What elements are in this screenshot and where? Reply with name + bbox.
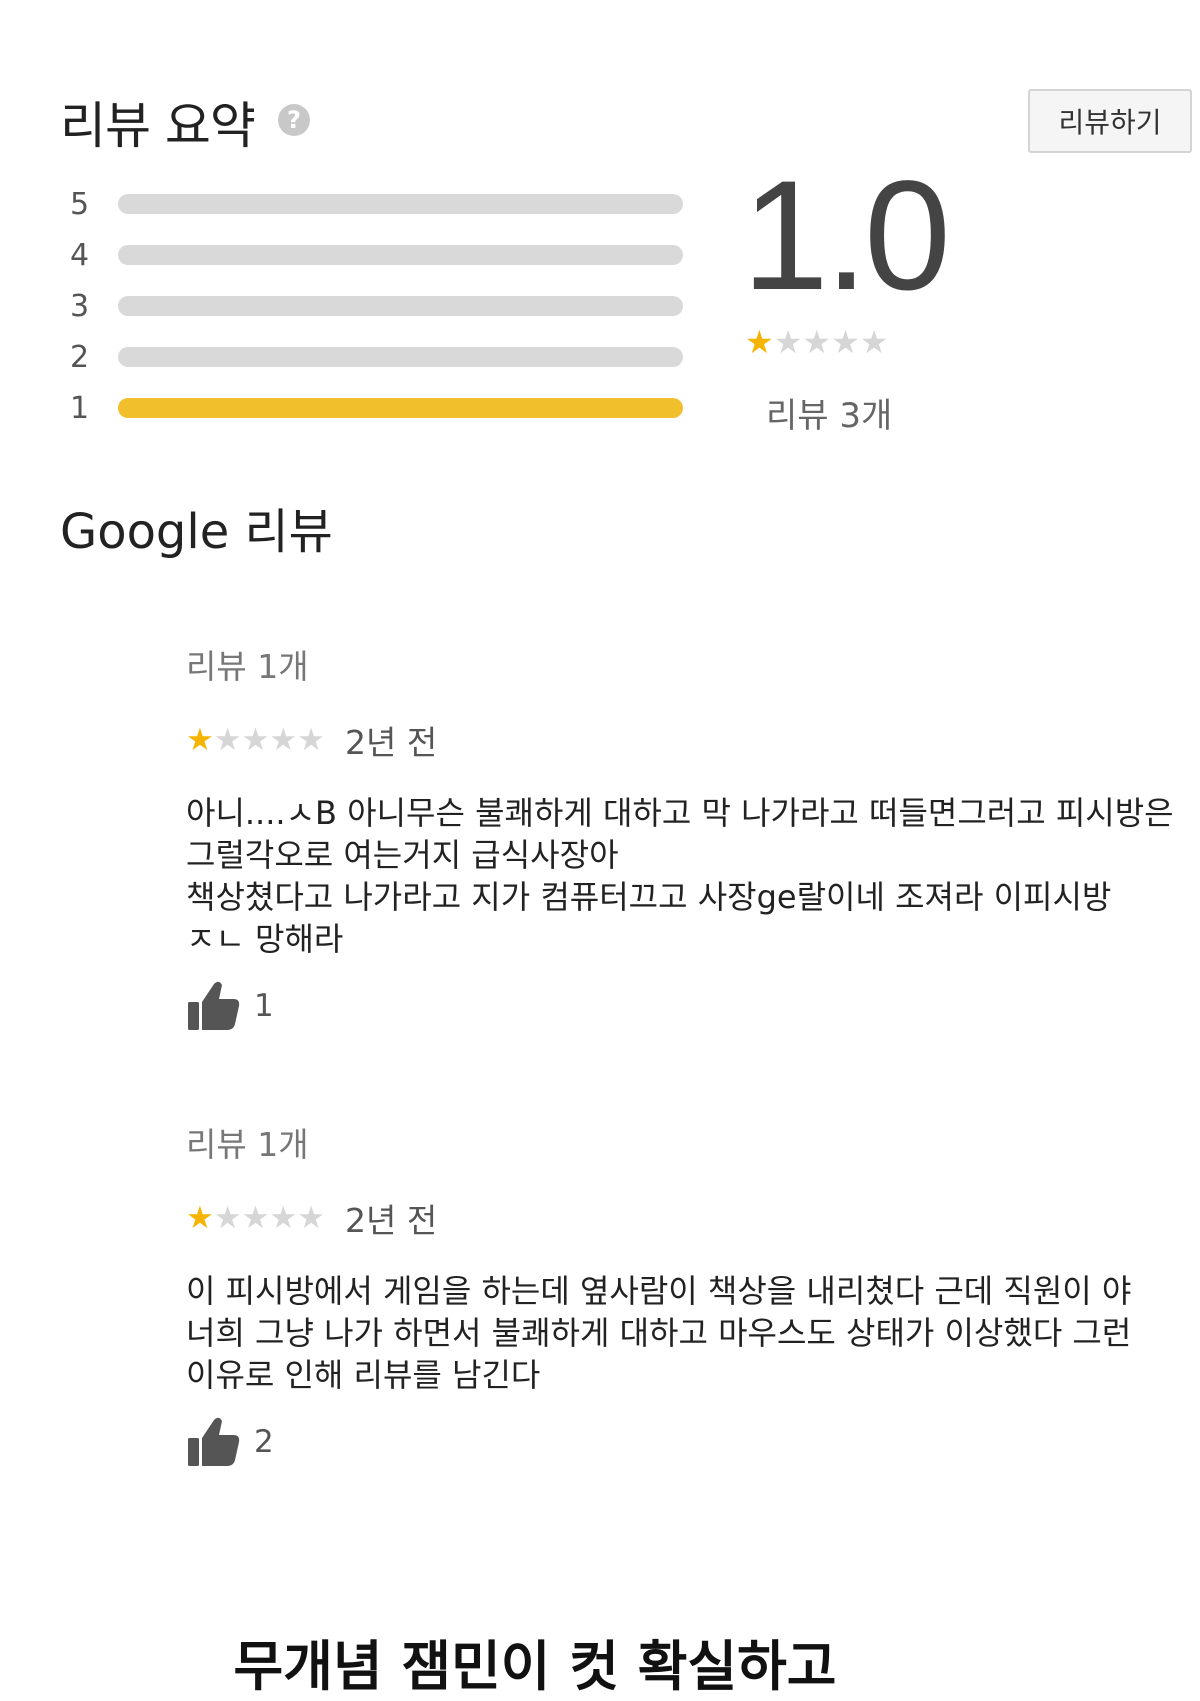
review-text: 아니....ㅅB 아니무슨 불쾌하게 대하고 막 나가라고 떠들면그러고 피시방…: [186, 794, 1174, 958]
star-empty-icon: ★: [213, 721, 242, 758]
histogram-bar-fill: [118, 398, 683, 418]
review-card: 리뷰 1개 ★ ★ ★ ★ ★ 2년 전 이 피시방에서 게임을 하는데 옆사람이 책상…: [186, 1118, 1176, 1468]
histogram-bar: [118, 296, 683, 316]
review-rating-stars: ★ ★ ★ ★ ★: [186, 721, 325, 758]
star-empty-icon: ★: [269, 721, 298, 758]
star-empty-icon: ★: [773, 323, 803, 361]
average-rating: 1.0: [742, 149, 951, 323]
reviewer-review-count[interactable]: 리뷰 1개: [186, 640, 1176, 688]
like-row: 1: [186, 980, 1176, 1032]
histogram-label: 3: [70, 288, 90, 324]
histogram-bar: [118, 194, 683, 214]
review-meta: ★ ★ ★ ★ ★ 2년 전: [186, 1194, 1176, 1242]
like-count: 2: [254, 1424, 274, 1460]
review-card: 리뷰 1개 ★ ★ ★ ★ ★ 2년 전 아니....ㅅB 아니무슨 불쾌하게 대하고 …: [186, 640, 1176, 1032]
histogram-row-2: 2: [70, 337, 690, 377]
star-empty-icon: ★: [297, 721, 325, 758]
star-empty-icon: ★: [241, 721, 270, 758]
star-empty-icon: ★: [297, 1199, 325, 1236]
histogram-label: 5: [70, 186, 90, 222]
star-empty-icon: ★: [831, 323, 860, 361]
histogram-label: 4: [70, 237, 90, 273]
star-empty-icon: ★: [213, 1199, 242, 1236]
histogram-bar: [118, 347, 683, 367]
histogram-label: 2: [70, 339, 90, 375]
review-total-count: 리뷰 3개: [766, 396, 893, 436]
average-rating-stars: ★ ★ ★ ★ ★: [745, 326, 888, 358]
histogram-row-3: 3: [70, 286, 690, 326]
review-meta: ★ ★ ★ ★ ★ 2년 전: [186, 716, 1176, 764]
google-reviews-title: Google 리뷰: [60, 504, 333, 560]
question-circle-icon[interactable]: ?: [278, 104, 310, 136]
star-empty-icon: ★: [269, 1199, 298, 1236]
review-date: 2년 전: [344, 1201, 438, 1240]
write-review-button[interactable]: 리뷰하기: [1028, 89, 1192, 153]
star-filled-icon: ★: [745, 323, 774, 361]
histogram-row-4: 4: [70, 235, 690, 275]
histogram-bar: [118, 245, 683, 265]
reviewer-review-count[interactable]: 리뷰 1개: [186, 1118, 1176, 1166]
histogram-label: 1: [70, 390, 90, 426]
thumbs-up-icon[interactable]: [186, 1416, 242, 1468]
like-row: 2: [186, 1416, 1176, 1468]
histogram-row-1: 1: [70, 388, 690, 428]
histogram-row-5: 5: [70, 184, 690, 224]
star-empty-icon: ★: [802, 323, 832, 361]
star-filled-icon: ★: [186, 1199, 214, 1236]
like-count: 1: [254, 988, 274, 1024]
star-empty-icon: ★: [859, 323, 889, 361]
caption-text: 무개념 잼민이 컷 확실하고: [233, 1635, 837, 1698]
histogram-bar: [118, 398, 683, 418]
review-summary-title: 리뷰 요약: [60, 97, 256, 155]
star-empty-icon: ★: [241, 1199, 270, 1236]
review-text: 이 피시방에서 게임을 하는데 옆사람이 책상을 내리쳤다 근데 직원이 야 너…: [186, 1272, 1142, 1394]
star-filled-icon: ★: [186, 721, 214, 758]
review-rating-stars: ★ ★ ★ ★ ★: [186, 1199, 325, 1236]
review-date: 2년 전: [344, 723, 438, 762]
thumbs-up-icon[interactable]: [186, 980, 242, 1032]
